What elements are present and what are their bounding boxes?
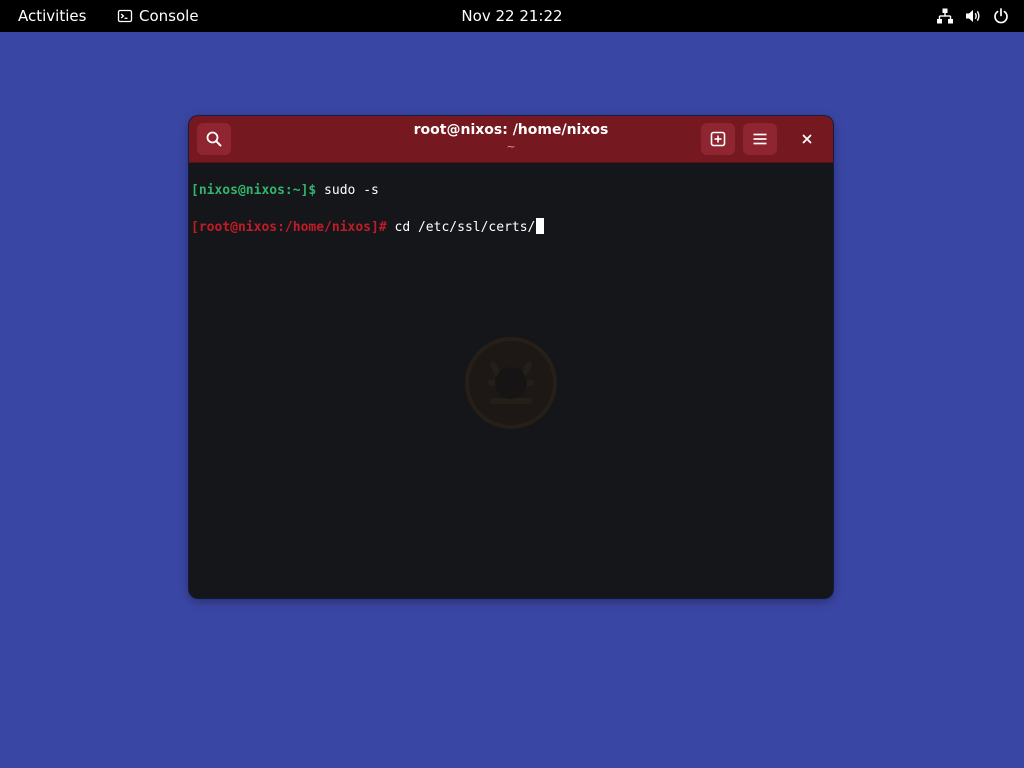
app-menu-label: Console: [139, 7, 199, 25]
terminal-line: [root@nixos:/home/nixos]# cd /etc/ssl/ce…: [191, 218, 545, 237]
network-wired-icon[interactable]: [936, 7, 954, 25]
power-icon[interactable]: [992, 7, 1010, 25]
clock[interactable]: Nov 22 21:22: [461, 7, 562, 25]
close-icon: [801, 133, 813, 145]
shell-prompt: [nixos@nixos:~]$: [191, 183, 317, 198]
window-headerbar[interactable]: root@nixos: /home/nixos ~: [189, 116, 833, 163]
terminal-window[interactable]: root@nixos: /home/nixos ~ [nixos@nixos:~…: [189, 116, 833, 598]
new-tab-button[interactable]: [701, 123, 735, 155]
window-title: root@nixos: /home/nixos: [413, 122, 609, 138]
app-menu-console[interactable]: Console: [117, 0, 199, 32]
main-menu-button[interactable]: [743, 123, 777, 155]
volume-icon[interactable]: [964, 7, 982, 25]
activities-button[interactable]: Activities: [18, 0, 86, 32]
new-tab-icon: [709, 130, 727, 148]
terminal-line: [nixos@nixos:~]$ sudo -s: [191, 182, 379, 200]
system-tray[interactable]: [926, 0, 1010, 32]
close-window-button[interactable]: [795, 127, 819, 151]
shell-command: sudo -s: [316, 183, 379, 198]
hamburger-menu-icon: [751, 130, 769, 148]
top-bar: Activities Console Nov 22 21:22: [0, 0, 1024, 32]
terminal-icon: [117, 8, 133, 24]
text-cursor: [536, 218, 545, 234]
nixos-logo-watermark: [463, 335, 559, 431]
shell-prompt: [root@nixos:/home/nixos]#: [191, 220, 387, 235]
terminal-view[interactable]: [nixos@nixos:~]$ sudo -s [root@nixos:/ho…: [189, 163, 833, 598]
window-subtitle: ~: [506, 140, 516, 153]
shell-command: cd /etc/ssl/certs/: [386, 220, 536, 235]
